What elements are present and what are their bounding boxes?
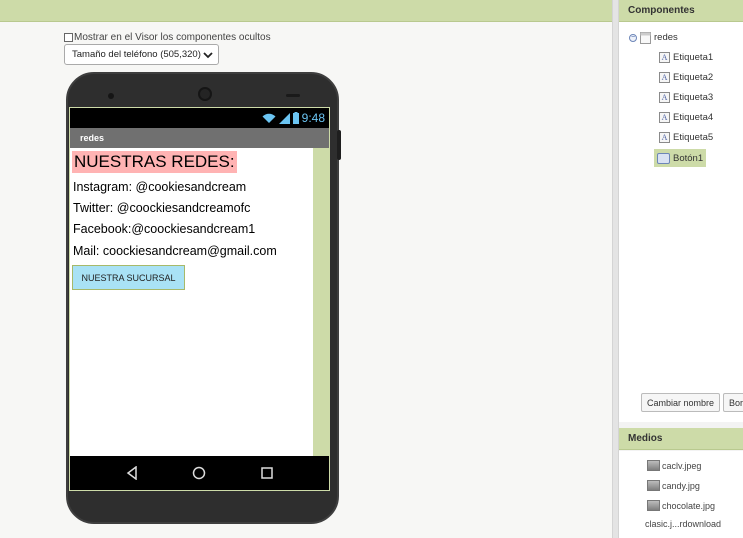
screen-content: NUESTRAS REDES: Instagram: @cookiesandcr… [70,148,329,458]
image-icon [647,460,660,471]
scroll-strip [313,148,329,458]
tree-item-etiqueta4[interactable]: A Etiqueta4 [659,110,713,125]
components-panel: Componentes − redes A Etiqueta1 A Etique… [619,0,743,538]
label-twitter[interactable]: Twitter: @coockiesandcreamofc [73,201,250,215]
signal-icon [278,112,290,124]
media-item[interactable]: chocolate.jpg [647,500,715,511]
label-icon: A [659,52,670,63]
show-hidden-label: Mostrar en el Visor los componentes ocul… [74,32,271,43]
show-hidden-row[interactable]: Mostrar en el Visor los componentes ocul… [64,32,271,43]
battery-icon [292,112,299,124]
media-list: caclv.jpeg candy.jpg chocolate.jpg clasi… [619,451,743,538]
media-file-name: caclv.jpeg [662,460,702,471]
screen-title: redes [80,133,105,143]
tree-item-etiqueta5[interactable]: A Etiqueta5 [659,130,713,145]
label-facebook[interactable]: Facebook:@coockiesandcream1 [73,222,255,236]
tree-item-label: Etiqueta2 [673,72,714,83]
screen-title-bar: redes [70,128,329,148]
label-instagram[interactable]: Instagram: @cookiesandcream [73,180,246,194]
tree-item-boton1[interactable]: Botón1 [654,149,707,167]
media-item[interactable]: candy.jpg [647,480,700,491]
image-icon [647,500,660,511]
chevron-down-icon [203,51,213,58]
button-component-icon [657,152,670,164]
components-header: Componentes [619,0,743,22]
tree-item-etiqueta2[interactable]: A Etiqueta2 [659,70,713,85]
tree-item-etiqueta3[interactable]: A Etiqueta3 [659,90,713,105]
tree-item-label: Etiqueta3 [673,92,714,103]
components-tree: − redes A Etiqueta1 A Etiqueta2 A Etique… [619,22,743,422]
media-file-name: chocolate.jpg [662,500,716,511]
tree-item-label: Etiqueta5 [673,132,714,143]
media-item[interactable]: clasic.j...rdownload [645,519,721,529]
side-button [337,130,341,160]
label-heading[interactable]: NUESTRAS REDES: [72,151,237,173]
collapse-icon[interactable]: − [629,33,637,42]
tree-item-etiqueta1[interactable]: A Etiqueta1 [659,50,713,65]
media-item[interactable]: caclv.jpeg [647,460,701,471]
nav-bar [70,456,329,490]
home-icon[interactable] [192,466,206,480]
camera-dot [108,93,114,99]
phone-size-value: Tamaño del teléfono (505,320) [72,49,201,60]
recents-icon[interactable] [260,466,274,480]
tree-item-label: Botón1 [673,152,704,164]
components-title: Componentes [628,5,695,16]
label-icon: A [659,112,670,123]
speaker-grill [286,94,300,97]
tree-root[interactable]: − redes [629,30,678,45]
screen-icon [640,31,651,44]
media-file-name: clasic.j...rdownload [645,519,722,529]
media-header: Medios [619,428,743,450]
tree-root-label: redes [654,32,678,43]
tree-item-label: Etiqueta4 [673,112,714,123]
tree-item-label: Etiqueta1 [673,52,714,63]
rename-button[interactable]: Cambiar nombre [641,393,721,412]
show-hidden-checkbox[interactable] [64,33,73,42]
label-icon: A [659,132,670,143]
phone-screen: 9:48 redes NUESTRAS REDES: Instagram: @c… [69,107,330,491]
back-icon[interactable] [125,466,139,480]
status-bar: 9:48 [70,108,329,128]
label-mail[interactable]: Mail: coockiesandcream@gmail.com [73,244,277,258]
front-camera [198,87,212,101]
status-time: 9:48 [301,111,325,125]
media-title: Medios [628,433,663,444]
delete-button[interactable]: Borrar [723,393,743,412]
label-icon: A [659,92,670,103]
viewer-toolbar [0,0,612,22]
image-icon [647,480,660,491]
panel-splitter[interactable] [612,0,619,538]
branch-button[interactable]: NUESTRA SUCURSAL [72,265,185,290]
wifi-icon [262,113,276,123]
media-file-name: candy.jpg [662,480,700,491]
phone-size-select[interactable]: Tamaño del teléfono (505,320) [64,44,219,65]
label-icon: A [659,72,670,83]
